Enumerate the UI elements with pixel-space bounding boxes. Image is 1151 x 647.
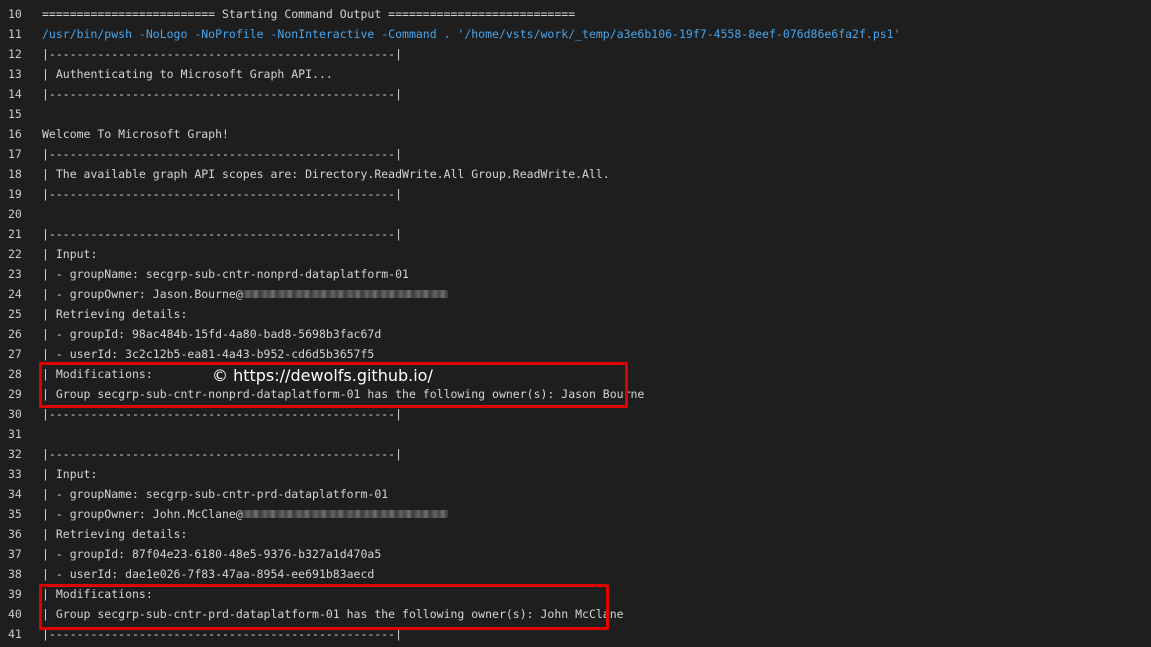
line-number: 38 xyxy=(8,567,22,581)
log-text: | Retrieving details: xyxy=(42,527,188,541)
log-text: | - groupOwner: Jason.Bourne@ xyxy=(42,287,243,301)
line-number: 35 xyxy=(8,507,22,521)
line-number: 14 xyxy=(8,87,22,101)
line-number: 22 xyxy=(8,247,22,261)
log-line: 36 | Retrieving details: xyxy=(0,524,1151,544)
redacted-email-blur xyxy=(242,289,448,298)
log-line: 32 |-------------------------------------… xyxy=(0,444,1151,464)
command-text: /usr/bin/pwsh -NoLogo -NoProfile -NonInt… xyxy=(42,27,901,41)
log-text: | Input: xyxy=(42,247,98,261)
log-text: |---------------------------------------… xyxy=(42,147,403,161)
log-text: |---------------------------------------… xyxy=(42,227,403,241)
line-number: 11 xyxy=(8,27,22,41)
log-line: 12 |-------------------------------------… xyxy=(0,44,1151,64)
log-text: | Authenticating to Microsoft Graph API.… xyxy=(42,67,333,81)
highlight-box-prd-modifications xyxy=(39,584,609,630)
line-number: 24 xyxy=(8,287,22,301)
log-text: | Retrieving details: xyxy=(42,307,188,321)
console-log: 10 ========================= Starting Com… xyxy=(0,4,1151,644)
log-line: 26 | - groupId: 98ac484b-15fd-4a80-bad8-5… xyxy=(0,324,1151,344)
line-number: 12 xyxy=(8,47,22,61)
line-number: 20 xyxy=(8,207,22,221)
line-number: 34 xyxy=(8,487,22,501)
line-number: 16 xyxy=(8,127,22,141)
line-number: 17 xyxy=(8,147,22,161)
log-line: 14 |-------------------------------------… xyxy=(0,84,1151,104)
log-line: 21 |-------------------------------------… xyxy=(0,224,1151,244)
log-line: 33 | Input: xyxy=(0,464,1151,484)
log-text-with-redaction: | - groupOwner: John.McClane@ xyxy=(42,504,448,524)
log-text: |---------------------------------------… xyxy=(42,187,403,201)
line-number: 10 xyxy=(8,7,22,21)
line-number: 29 xyxy=(8,387,22,401)
log-line: 22 | Input: xyxy=(0,244,1151,264)
line-number: 27 xyxy=(8,347,22,361)
line-number: 37 xyxy=(8,547,22,561)
log-line: 23 | - groupName: secgrp-sub-cntr-nonprd-… xyxy=(0,264,1151,284)
log-text: | - groupName: secgrp-sub-cntr-nonprd-da… xyxy=(42,267,409,281)
log-text: | - userId: 3c2c12b5-ea81-4a43-b952-cd6d… xyxy=(42,347,375,361)
line-number: 28 xyxy=(8,367,22,381)
line-number: 15 xyxy=(8,107,22,121)
log-text: | - groupId: 98ac484b-15fd-4a80-bad8-569… xyxy=(42,327,382,341)
log-text: | Input: xyxy=(42,467,98,481)
line-number: 36 xyxy=(8,527,22,541)
log-line: 20 xyxy=(0,204,1151,224)
line-number: 26 xyxy=(8,327,22,341)
log-line: 11/usr/bin/pwsh -NoLogo -NoProfile -NonI… xyxy=(0,24,1151,44)
line-number: 18 xyxy=(8,167,22,181)
log-line: 38 | - userId: dae1e026-7f83-47aa-8954-ee… xyxy=(0,564,1151,584)
log-line: 25 | Retrieving details: xyxy=(0,304,1151,324)
log-line: 16 Welcome To Microsoft Graph! xyxy=(0,124,1151,144)
log-text: | - userId: dae1e026-7f83-47aa-8954-ee69… xyxy=(42,567,375,581)
log-line: 35 | - groupOwner: John.McClane@ xyxy=(0,504,1151,524)
log-text: | The available graph API scopes are: Di… xyxy=(42,167,610,181)
line-number: 30 xyxy=(8,407,22,421)
log-line: 31 xyxy=(0,424,1151,444)
log-line: 13 | Authenticating to Microsoft Graph AP… xyxy=(0,64,1151,84)
log-line: 37 | - groupId: 87f04e23-6180-48e5-9376-b… xyxy=(0,544,1151,564)
line-number: 31 xyxy=(8,427,22,441)
log-text: | - groupName: secgrp-sub-cntr-prd-datap… xyxy=(42,487,389,501)
log-text: |---------------------------------------… xyxy=(42,87,403,101)
log-text: Welcome To Microsoft Graph! xyxy=(42,127,229,141)
line-number: 13 xyxy=(8,67,22,81)
log-text: ========================= Starting Comma… xyxy=(42,7,576,21)
line-number: 32 xyxy=(8,447,22,461)
line-number: 40 xyxy=(8,607,22,621)
log-text-with-redaction: | - groupOwner: Jason.Bourne@ xyxy=(42,284,448,304)
line-number: 39 xyxy=(8,587,22,601)
log-line: 15 xyxy=(0,104,1151,124)
log-text: |---------------------------------------… xyxy=(42,447,403,461)
line-number: 33 xyxy=(8,467,22,481)
log-text: |---------------------------------------… xyxy=(42,47,403,61)
log-text: | - groupId: 87f04e23-6180-48e5-9376-b32… xyxy=(42,547,382,561)
line-number: 41 xyxy=(8,627,22,641)
log-line: 10 ========================= Starting Com… xyxy=(0,4,1151,24)
line-number: 21 xyxy=(8,227,22,241)
log-line: 19 |-------------------------------------… xyxy=(0,184,1151,204)
log-line: 34 | - groupName: secgrp-sub-cntr-prd-dat… xyxy=(0,484,1151,504)
line-number: 19 xyxy=(8,187,22,201)
log-line: 27 | - userId: 3c2c12b5-ea81-4a43-b952-cd… xyxy=(0,344,1151,364)
log-line: 17 |-------------------------------------… xyxy=(0,144,1151,164)
line-number: 23 xyxy=(8,267,22,281)
line-number: 25 xyxy=(8,307,22,321)
log-text: | - groupOwner: John.McClane@ xyxy=(42,507,243,521)
log-line: 24 | - groupOwner: Jason.Bourne@ xyxy=(0,284,1151,304)
log-line: 18 | The available graph API scopes are: … xyxy=(0,164,1151,184)
watermark-copyright: © https://dewolfs.github.io/ xyxy=(212,366,433,385)
redacted-email-blur xyxy=(242,509,448,518)
